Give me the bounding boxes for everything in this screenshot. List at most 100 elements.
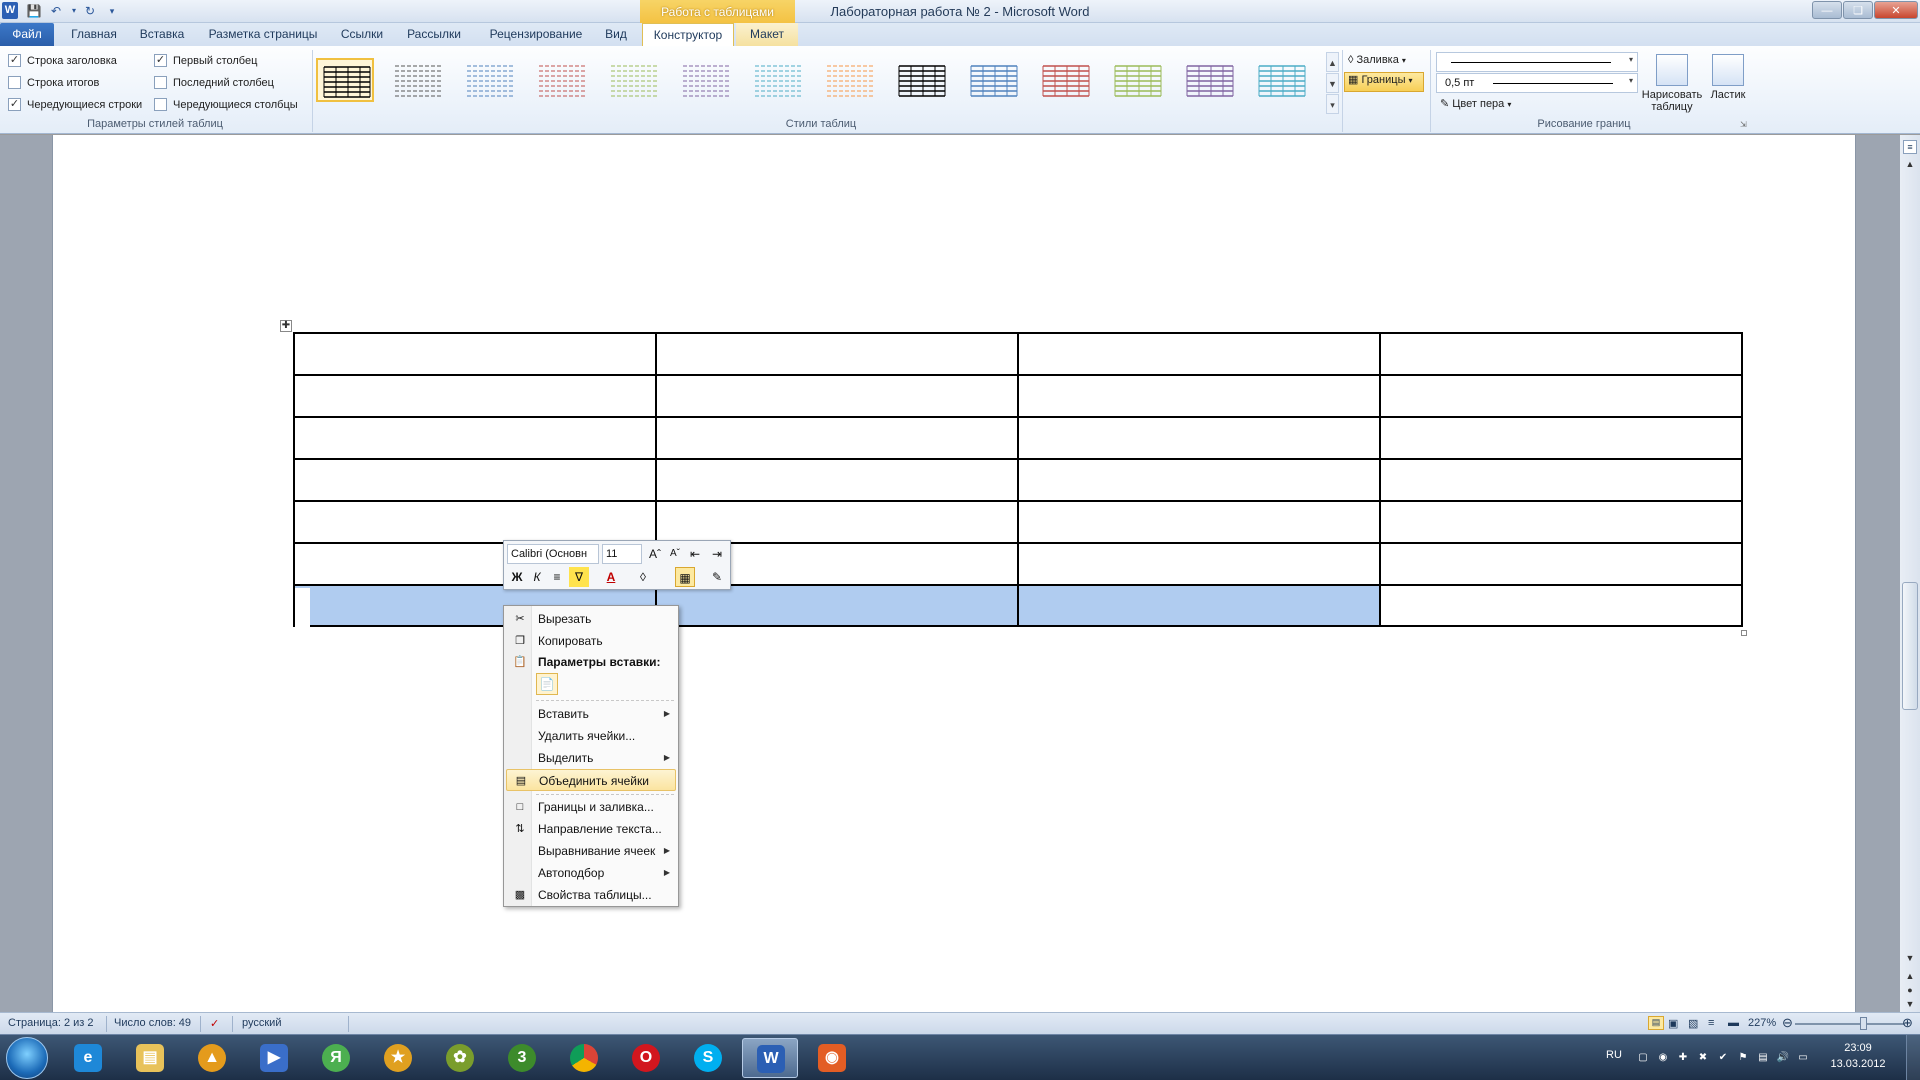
table-style-13[interactable] [1180, 58, 1238, 102]
table-resize-handle[interactable] [1741, 630, 1747, 636]
table-cell[interactable] [293, 374, 657, 418]
table-cell[interactable] [655, 416, 1019, 460]
table-cell[interactable] [1017, 500, 1381, 544]
tray-check-icon[interactable]: ✔ [1716, 1052, 1730, 1064]
italic-button[interactable]: К [527, 567, 547, 587]
table-style-12[interactable] [1108, 58, 1166, 102]
taskbar-media-player[interactable]: ▶ [246, 1038, 302, 1078]
word-count[interactable]: Число слов: 49 [114, 1017, 191, 1029]
font-name-field[interactable]: Calibri (Основн [507, 544, 599, 564]
tray-window-icon[interactable]: ▢ [1636, 1052, 1650, 1064]
keyboard-language[interactable]: RU [1606, 1049, 1622, 1061]
gallery-more-icon[interactable]: ▾ [1326, 94, 1339, 114]
taskbar-app-3[interactable]: 3 [494, 1038, 550, 1078]
banded-rows-checkbox[interactable]: ✓ Чередующиеся строки [8, 97, 142, 112]
table-cell[interactable] [655, 584, 1019, 627]
minimize-button[interactable]: — [1812, 1, 1842, 19]
table-cell[interactable] [1017, 332, 1381, 376]
menu-item-borders-shading[interactable]: □ Границы и заливка... [506, 796, 676, 818]
line-style-dropdown[interactable]: ▾ [1436, 52, 1638, 72]
tray-network-icon[interactable]: ▤ [1756, 1052, 1770, 1064]
taskbar-chrome[interactable] [556, 1038, 612, 1078]
table-style-11[interactable] [1036, 58, 1094, 102]
table-cell[interactable] [655, 500, 1019, 544]
vertical-scrollbar[interactable] [1900, 135, 1920, 1012]
format-painter-icon[interactable]: ✎ [707, 567, 727, 587]
next-page-icon[interactable]: ▼ [1900, 996, 1920, 1012]
tab-page-layout[interactable]: Разметка страницы [202, 23, 324, 46]
table-cell[interactable] [293, 500, 657, 544]
tray-unknown-icon[interactable]: ✖ [1696, 1052, 1710, 1064]
center-align-icon[interactable]: ≡ [547, 567, 567, 587]
first-column-checkbox[interactable]: ✓ Первый столбец [154, 53, 257, 68]
taskbar-word[interactable]: W [742, 1038, 798, 1078]
menu-item-insert[interactable]: Вставить ▶ [506, 703, 676, 725]
shading-button[interactable]: ◊ Заливка ▾ [1348, 54, 1406, 66]
shrink-font-icon[interactable]: Aˇ [665, 544, 685, 564]
tab-review[interactable]: Рецензирование [476, 23, 596, 46]
draw-table-button[interactable]: Нарисовать таблицу [1640, 54, 1704, 113]
tray-battery-icon[interactable]: ▭ [1796, 1052, 1810, 1064]
tab-mailings[interactable]: Рассылки [400, 23, 468, 46]
table-style-7[interactable] [748, 58, 806, 102]
zoom-slider[interactable] [1795, 1023, 1905, 1025]
view-ruler-icon[interactable]: ≡ [1903, 140, 1917, 154]
table-cell[interactable] [655, 458, 1019, 502]
table-cell[interactable] [655, 332, 1019, 376]
web-layout-view-icon[interactable]: ▧ [1688, 1017, 1698, 1030]
table-cell[interactable] [293, 416, 657, 460]
last-column-checkbox[interactable]: Последний столбец [154, 75, 274, 90]
table-move-handle-icon[interactable]: ✚ [280, 320, 292, 332]
taskbar-viewer[interactable]: ◉ [804, 1038, 860, 1078]
scroll-down-icon[interactable]: ▼ [1900, 950, 1920, 966]
taskbar-ie[interactable]: e [60, 1038, 116, 1078]
table-style-4[interactable] [532, 58, 590, 102]
font-size-field[interactable]: 11 [602, 544, 642, 564]
menu-item-text-direction[interactable]: ⇅ Направление текста... [506, 818, 676, 840]
line-weight-dropdown[interactable]: 0,5 пт ▾ [1436, 73, 1638, 93]
zoom-in-icon[interactable]: ⊕ [1902, 1015, 1913, 1031]
table-cell[interactable] [293, 458, 657, 502]
taskbar-opera[interactable]: O [618, 1038, 674, 1078]
page-counter[interactable]: Страница: 2 из 2 [8, 1017, 94, 1029]
table-cell[interactable] [1017, 416, 1381, 460]
draft-view-icon[interactable]: ▬ [1728, 1017, 1739, 1029]
tab-insert[interactable]: Вставка [130, 23, 194, 46]
tab-file[interactable]: Файл [0, 23, 54, 46]
maximize-button[interactable]: ❏ [1843, 1, 1873, 19]
table-style-8[interactable] [820, 58, 878, 102]
borders-button[interactable]: ▦ Границы ▾ [1344, 72, 1424, 92]
paste-keep-source-icon[interactable]: 📄 [536, 673, 558, 695]
table-style-10[interactable] [964, 58, 1022, 102]
table-style-9[interactable] [892, 58, 950, 102]
menu-item-copy[interactable]: ❐ Копировать [506, 630, 676, 652]
taskbar-aimp[interactable]: ▲ [184, 1038, 240, 1078]
shading-icon[interactable]: ◊ [633, 567, 653, 587]
table-cell[interactable] [1379, 500, 1743, 544]
table-style-1[interactable] [316, 58, 374, 102]
outline-view-icon[interactable]: ≡ [1708, 1017, 1714, 1029]
menu-item-table-properties[interactable]: ▩ Свойства таблицы... [506, 884, 676, 906]
full-screen-view-icon[interactable]: ▣ [1668, 1017, 1678, 1030]
table-cell[interactable] [1379, 332, 1743, 376]
menu-item-cell-alignment[interactable]: Выравнивание ячеек ▶ [506, 840, 676, 862]
tab-view[interactable]: Вид [598, 23, 634, 46]
scroll-up-icon[interactable]: ▲ [1900, 156, 1920, 172]
banded-columns-checkbox[interactable]: Чередующиеся столбцы [154, 97, 298, 112]
scrollbar-thumb[interactable] [1902, 582, 1918, 710]
font-color-button[interactable]: A [601, 567, 621, 587]
tab-design[interactable]: Конструктор [642, 23, 734, 47]
spelling-check-icon[interactable]: ✓ [210, 1017, 219, 1030]
header-row-checkbox[interactable]: ✓ Строка заголовка [8, 53, 117, 68]
menu-item-autofit[interactable]: Автоподбор ▶ [506, 862, 676, 884]
table-style-6[interactable] [676, 58, 734, 102]
pen-color-button[interactable]: ✎ Цвет пера ▾ [1440, 97, 1511, 110]
highlight-icon[interactable]: ∇ [569, 567, 589, 587]
close-button[interactable]: ✕ [1874, 1, 1918, 19]
tab-layout[interactable]: Макет [736, 23, 798, 46]
table-cell[interactable] [1017, 458, 1381, 502]
print-layout-view-icon[interactable]: ▤ [1648, 1016, 1664, 1030]
tray-speaker-icon[interactable]: 🔊 [1776, 1052, 1790, 1064]
table-style-5[interactable] [604, 58, 662, 102]
zoom-slider-thumb[interactable] [1860, 1017, 1867, 1030]
